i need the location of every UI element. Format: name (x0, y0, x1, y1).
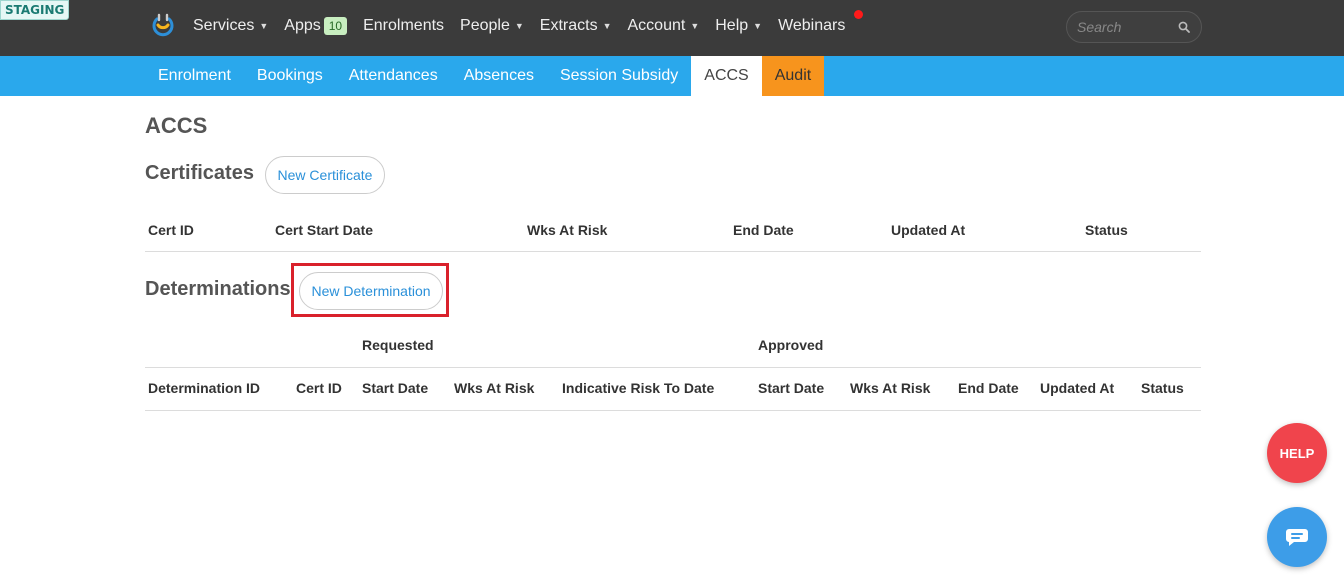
help-button[interactable]: HELP (1267, 423, 1327, 483)
caret-down-icon: ▼ (259, 21, 269, 31)
nav-services-label: Services (193, 17, 255, 34)
apps-count-badge: 10 (323, 17, 348, 35)
nav-enrolments-label: Enrolments (363, 17, 445, 34)
group-requested: Requested (362, 337, 434, 353)
highlight-box (291, 263, 449, 317)
tab-accs[interactable]: ACCS (691, 56, 762, 96)
col-approved-wks-at-risk: Wks At Risk (850, 380, 931, 396)
tab-bar: Enrolment Bookings Attendances Absences … (145, 56, 825, 96)
search-input[interactable]: Search (1077, 19, 1173, 35)
notification-dot (854, 10, 863, 19)
nav-enrolments[interactable]: Enrolments (355, 17, 452, 35)
determinations-title: Determinations (145, 278, 291, 300)
col-approved-start-date: Start Date (758, 380, 825, 396)
col-end-date: End Date (958, 380, 1019, 396)
certificates-table-divider (145, 251, 1201, 252)
app-logo-icon[interactable] (151, 13, 175, 39)
col-updated-at: Updated At (1040, 380, 1115, 396)
tab-session-subsidy[interactable]: Session Subsidy (547, 56, 691, 96)
col-cert-id: Cert ID (148, 222, 194, 238)
caret-down-icon: ▼ (602, 21, 612, 31)
caret-down-icon: ▼ (514, 21, 524, 31)
col-determination-id: Determination ID (148, 380, 261, 396)
nav-people-label: People (460, 17, 510, 34)
tab-absences[interactable]: Absences (451, 56, 547, 96)
col-cert-id: Cert ID (296, 380, 342, 396)
chat-button[interactable] (1267, 507, 1327, 567)
col-indicative-risk: Indicative Risk To Date (562, 380, 715, 396)
nav-apps[interactable]: Apps 10 (276, 17, 355, 35)
search-box[interactable]: Search (1066, 11, 1202, 43)
col-wks-at-risk: Wks At Risk (527, 222, 608, 238)
nav-extracts-label: Extracts (539, 17, 598, 34)
col-status: Status (1141, 380, 1184, 396)
certificates-title: Certificates (145, 162, 254, 184)
determinations-table-divider (145, 410, 1201, 411)
caret-down-icon: ▼ (753, 21, 763, 31)
col-status: Status (1085, 222, 1128, 238)
top-navbar: Services ▼ Apps 10 Enrolments People ▼ E… (0, 0, 1344, 56)
nav-services[interactable]: Services ▼ (185, 17, 276, 35)
tab-audit[interactable]: Audit (761, 56, 825, 96)
col-requested-wks-at-risk: Wks At Risk (454, 380, 535, 396)
chat-icon (1286, 529, 1308, 546)
nav-webinars[interactable]: Webinars (770, 17, 853, 35)
nav-apps-label: Apps (284, 17, 321, 34)
nav-webinars-label: Webinars (778, 17, 846, 34)
tab-attendances[interactable]: Attendances (336, 56, 451, 96)
col-end-date: End Date (733, 222, 794, 238)
col-requested-start-date: Start Date (362, 380, 429, 396)
sub-navbar: Enrolment Bookings Attendances Absences … (0, 56, 1344, 96)
nav-help[interactable]: Help ▼ (707, 17, 770, 35)
nav-help-label: Help (715, 17, 749, 34)
nav-extracts[interactable]: Extracts ▼ (532, 17, 620, 35)
nav-people[interactable]: People ▼ (452, 17, 532, 35)
new-certificate-button[interactable]: New Certificate (265, 156, 385, 194)
page-title: ACCS (145, 113, 208, 138)
staging-badge: STAGING (0, 0, 70, 20)
nav-account-label: Account (627, 17, 686, 34)
top-menu: Services ▼ Apps 10 Enrolments People ▼ E… (185, 0, 853, 52)
caret-down-icon: ▼ (690, 21, 700, 31)
tab-enrolment[interactable]: Enrolment (145, 56, 244, 96)
col-updated-at: Updated At (891, 222, 966, 238)
search-icon[interactable] (1173, 21, 1195, 33)
group-header-divider (145, 367, 1201, 368)
tab-bookings[interactable]: Bookings (244, 56, 336, 96)
col-cert-start-date: Cert Start Date (275, 222, 374, 238)
group-approved: Approved (758, 337, 824, 353)
nav-account[interactable]: Account ▼ (620, 17, 708, 35)
